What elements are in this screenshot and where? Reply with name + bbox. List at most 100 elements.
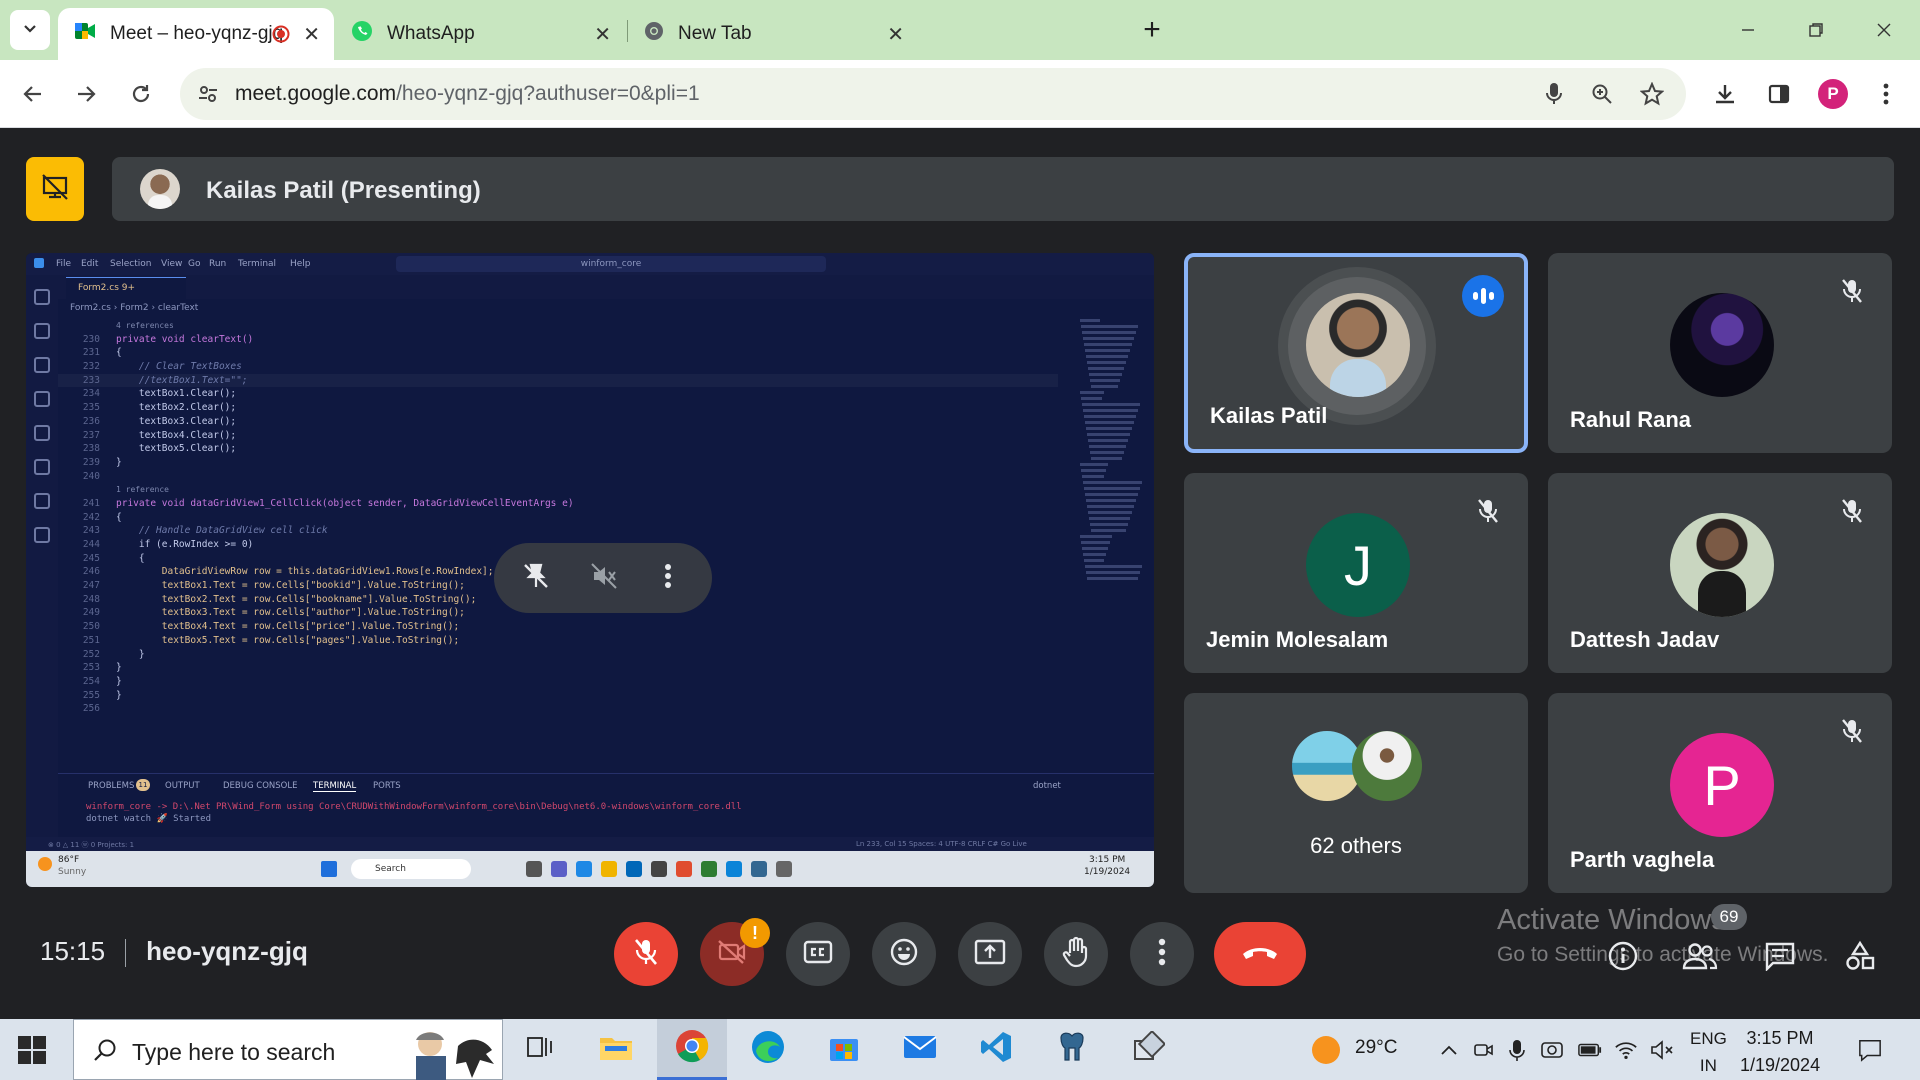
close-tab-icon[interactable]: ✕ <box>887 22 904 47</box>
app-icon <box>776 861 792 877</box>
restore-button[interactable] <box>1796 10 1836 50</box>
captions-button[interactable] <box>786 922 850 986</box>
tab-search-button[interactable] <box>10 10 50 50</box>
browser-menu-icon[interactable] <box>1866 74 1906 114</box>
store-taskbar-button[interactable] <box>809 1019 879 1080</box>
minimize-button[interactable] <box>1728 10 1768 50</box>
start-button[interactable] <box>18 1036 46 1064</box>
battery-icon[interactable] <box>1578 1038 1602 1062</box>
code-line: 250 textBox4.Text = row.Cells["price"].V… <box>58 620 1058 634</box>
participant-tile-others[interactable]: 62 others <box>1184 693 1528 893</box>
menu-file: File <box>56 259 72 269</box>
back-button[interactable] <box>13 74 53 114</box>
code-text: private void clearText() <box>116 333 254 345</box>
mute-presentation-audio-button[interactable] <box>586 560 622 596</box>
download-icon[interactable] <box>1705 74 1745 114</box>
unpin-button[interactable] <box>518 560 554 596</box>
minimap-line <box>1086 355 1128 358</box>
line-number: 232 <box>82 361 100 373</box>
side-panel-icon[interactable] <box>1759 74 1799 114</box>
line-number: 235 <box>82 402 100 414</box>
url-text[interactable]: meet.google.com/heo-yqnz-gjq?authuser=0&… <box>235 82 700 106</box>
profile-button[interactable]: P <box>1813 74 1853 114</box>
microphone-icon[interactable] <box>1505 1038 1529 1062</box>
code-text: DataGridViewRow row = this.dataGridView1… <box>116 566 494 578</box>
volume-muted-icon[interactable] <box>1650 1038 1674 1062</box>
wifi-icon[interactable] <box>1614 1038 1638 1062</box>
microphone-toggle-button[interactable] <box>614 922 678 986</box>
code-line: 243 // Handle DataGridView cell click <box>58 524 1058 538</box>
others-avatar <box>1352 731 1422 801</box>
line-number: 254 <box>82 675 100 687</box>
browser-tab-newtab[interactable]: New Tab ✕ <box>628 8 918 60</box>
code-text: textBox1.Text = row.Cells["bookid"].Valu… <box>116 580 465 592</box>
testing-icon <box>34 425 50 441</box>
presentation-indicator[interactable] <box>26 157 84 221</box>
chrome-icon <box>674 1028 710 1069</box>
notification-center-icon[interactable] <box>1858 1038 1882 1062</box>
code-line: 253} <box>58 661 1058 675</box>
minimap-line <box>1090 523 1128 526</box>
file-explorer-button[interactable] <box>581 1019 651 1080</box>
present-now-button[interactable] <box>958 922 1022 986</box>
reactions-button[interactable] <box>872 922 936 986</box>
copy-icon <box>34 493 50 509</box>
weather-temperature[interactable]: 29°C <box>1355 1037 1397 1059</box>
participant-tile-kailas[interactable]: Kailas Patil <box>1184 253 1528 453</box>
vscode-taskbar-button[interactable] <box>961 1019 1031 1080</box>
activities-button[interactable] <box>1838 936 1882 980</box>
taskbar-search-box[interactable]: Type here to search <box>73 1019 503 1080</box>
browser-tab-whatsapp[interactable]: WhatsApp ✕ <box>335 8 625 60</box>
chat-button[interactable] <box>1758 936 1802 980</box>
teams-icon <box>551 861 567 877</box>
camera-toggle-button[interactable]: ! <box>700 918 770 986</box>
browser-tab-meet[interactable]: Meet – heo-yqnz-gjq ✕ <box>58 8 334 60</box>
leave-call-button[interactable] <box>1214 922 1306 986</box>
participant-tile-jemin[interactable]: J Jemin Molesalam <box>1184 473 1528 673</box>
code-text: { <box>116 552 145 564</box>
reload-button[interactable] <box>121 74 161 114</box>
bookmark-star-icon[interactable] <box>1638 80 1666 108</box>
minimap-line <box>1084 487 1140 490</box>
code-line: 240 <box>58 470 1058 484</box>
microphone-in-use-icon[interactable] <box>1540 80 1568 108</box>
participant-initial-avatar: P <box>1670 733 1774 837</box>
forward-button[interactable] <box>66 74 106 114</box>
line-number: 248 <box>82 593 100 605</box>
zoom-icon[interactable] <box>1588 80 1616 108</box>
code-text: textBox3.Clear(); <box>116 415 237 427</box>
more-options-button[interactable] <box>1130 922 1194 986</box>
pgadmin-taskbar-button[interactable] <box>1037 1019 1107 1080</box>
webcam-icon[interactable] <box>1540 1038 1564 1062</box>
app-taskbar-button[interactable] <box>1113 1019 1183 1080</box>
minimap-line <box>1083 481 1142 484</box>
raise-hand-button[interactable] <box>1044 922 1108 986</box>
code-line: 241 private void dataGridView1_CellClick(… <box>58 497 1058 511</box>
close-window-button[interactable] <box>1864 10 1904 50</box>
watermark-line: Activate Windows <box>1497 904 1726 936</box>
edge-taskbar-button[interactable] <box>733 1019 803 1080</box>
task-view-button[interactable] <box>505 1019 575 1080</box>
weather-icon <box>38 857 52 871</box>
meeting-info-button[interactable] <box>1601 936 1645 980</box>
new-tab-button[interactable]: + <box>1136 12 1168 48</box>
meet-now-icon[interactable] <box>1472 1038 1496 1062</box>
mail-taskbar-button[interactable] <box>885 1019 955 1080</box>
participant-tile-parth[interactable]: P Parth vaghela <box>1548 693 1892 893</box>
more-options-button[interactable] <box>650 560 686 596</box>
close-tab-icon[interactable]: ✕ <box>303 22 320 47</box>
participant-tile-dattesh[interactable]: Dattesh Jadav <box>1548 473 1892 673</box>
taskbar-clock[interactable]: 3:15 PM 1/19/2024 <box>1740 1025 1820 1079</box>
address-bar[interactable]: meet.google.com/heo-yqnz-gjq?authuser=0&… <box>180 68 1686 120</box>
code-line: 255} <box>58 689 1058 703</box>
line-number: 251 <box>82 634 100 646</box>
close-tab-icon[interactable]: ✕ <box>594 22 611 47</box>
chevron-up-icon[interactable] <box>1437 1038 1461 1062</box>
chrome-taskbar-button[interactable] <box>657 1019 727 1080</box>
people-button[interactable] <box>1678 936 1722 980</box>
minimap-line <box>1081 397 1102 400</box>
site-info-icon[interactable] <box>194 80 222 108</box>
participant-tile-rahul[interactable]: Rahul Rana <box>1548 253 1892 453</box>
language-indicator[interactable]: ENG IN <box>1690 1025 1727 1079</box>
speaking-indicator-icon <box>1462 275 1504 317</box>
